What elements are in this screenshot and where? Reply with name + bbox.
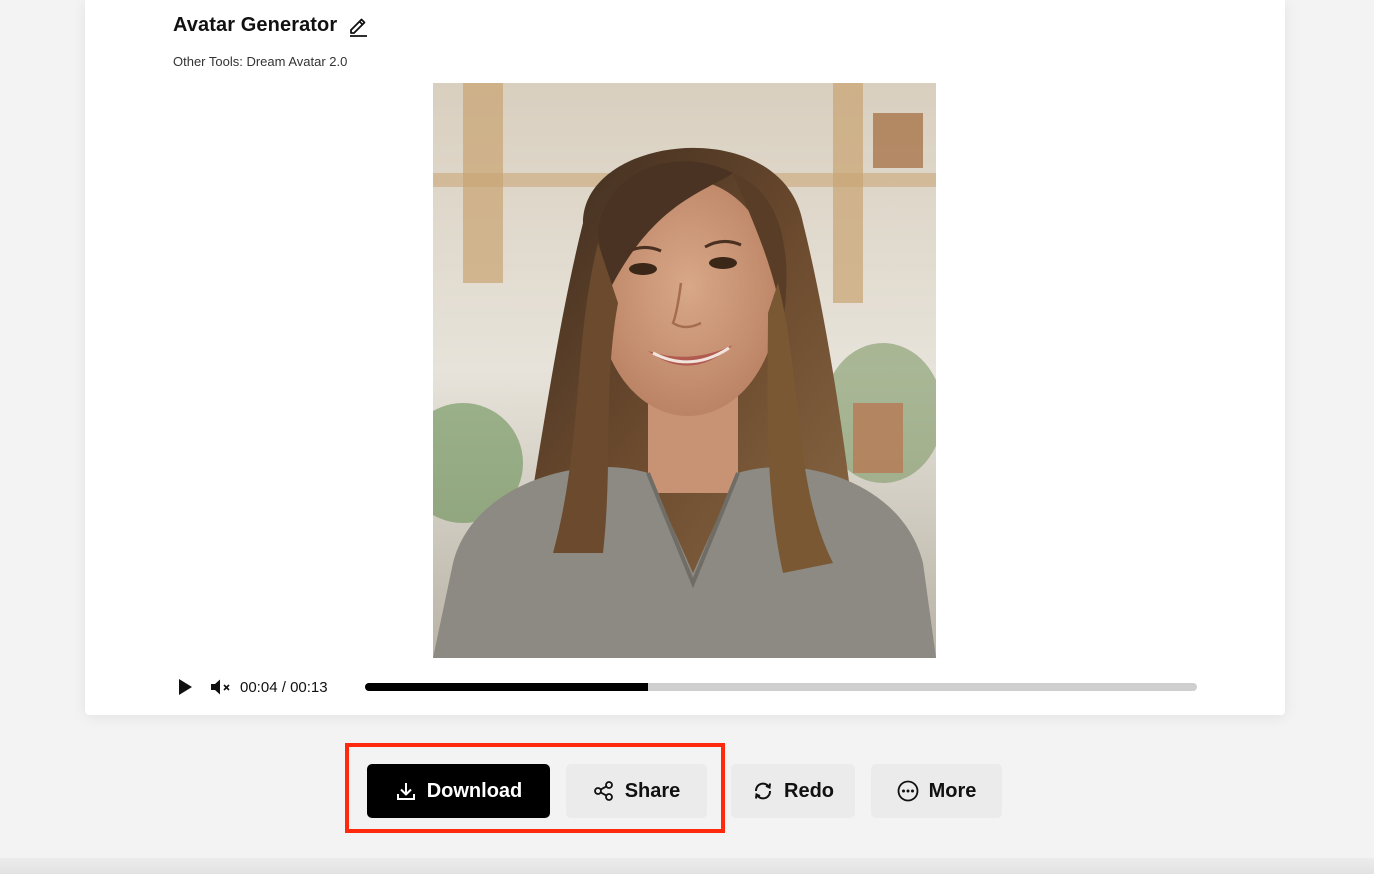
result-card: Avatar Generator Other Tools: Dream Avat… [85, 0, 1285, 715]
title-row: Avatar Generator [173, 14, 369, 37]
download-icon [395, 780, 417, 802]
video-controls: 00:04 / 00:13 [177, 676, 1197, 698]
more-button[interactable]: More [871, 764, 1002, 818]
download-label: Download [426, 779, 523, 802]
redo-label: Redo [784, 779, 834, 802]
redo-button[interactable]: Redo [731, 764, 855, 818]
more-label: More [928, 779, 977, 802]
more-icon [897, 780, 919, 802]
avatar-video-frame [433, 83, 936, 658]
other-tools-subtitle: Other Tools: Dream Avatar 2.0 [173, 54, 348, 69]
download-button[interactable]: Download [367, 764, 550, 818]
redo-icon [752, 780, 774, 802]
share-icon [593, 780, 615, 802]
pencil-icon[interactable] [347, 15, 369, 37]
avatar-video[interactable] [433, 83, 936, 658]
bottom-bar [0, 858, 1374, 874]
page-title: Avatar Generator [173, 14, 338, 36]
duration: 00:13 [290, 678, 328, 696]
current-time: 00:04 [240, 678, 278, 696]
progress-fill [365, 683, 648, 691]
volume-muted-icon[interactable] [210, 678, 232, 696]
share-button[interactable]: Share [566, 764, 707, 818]
share-label: Share [624, 779, 681, 802]
play-icon[interactable] [177, 678, 193, 696]
time-display: 00:04 / 00:13 [240, 679, 328, 696]
time-separator: / [281, 678, 286, 696]
progress-bar[interactable] [365, 683, 1197, 691]
